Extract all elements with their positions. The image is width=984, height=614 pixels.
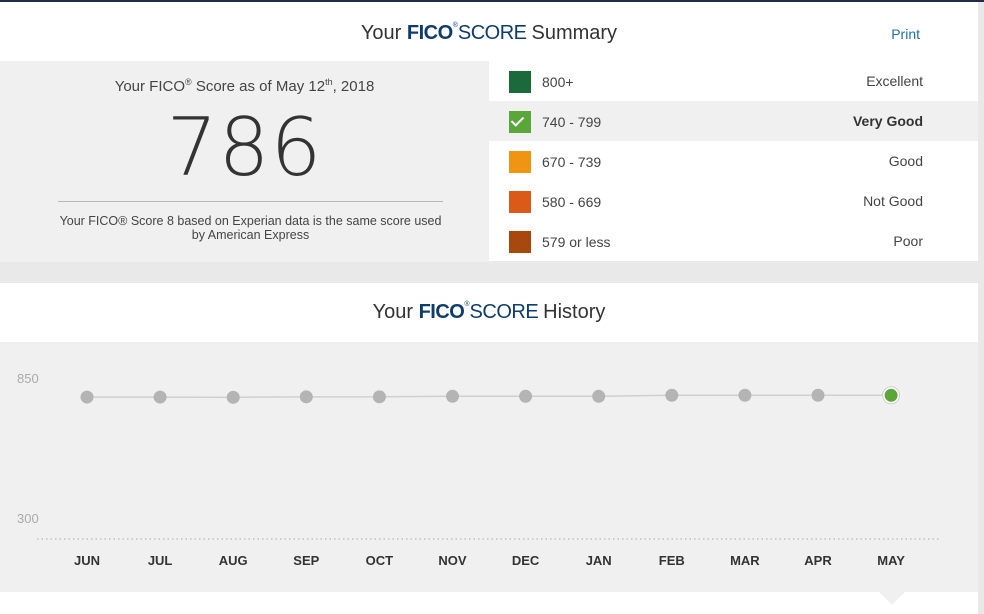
score-range-list: 800+ Excellent 740 - 799 Very Good 670 - 739… <box>489 61 978 262</box>
range-value: 800+ <box>542 74 574 90</box>
month-label[interactable]: OCT <box>366 553 394 568</box>
fico-logo: FICO <box>418 301 465 323</box>
range-label: Poor <box>893 233 923 249</box>
month-label[interactable]: APR <box>804 553 832 568</box>
range-label: Not Good <box>863 193 923 209</box>
month-label[interactable]: JUL <box>148 553 173 568</box>
range-color-swatch <box>509 111 531 133</box>
score-point[interactable] <box>592 389 606 403</box>
score-point[interactable] <box>80 390 94 404</box>
divider <box>58 201 443 202</box>
score-value: 786 <box>166 101 323 194</box>
print-link[interactable]: Print <box>891 26 920 42</box>
score-history-chart: 850 300 JUN JUL AUG SEP OCT NOV DEC JAN FEB MAR APR M… <box>0 342 978 592</box>
month-label[interactable]: JUN <box>74 553 100 568</box>
score-range-row: 670 - 739 Good <box>489 141 978 181</box>
score-point[interactable] <box>226 390 240 404</box>
score-point[interactable] <box>738 388 752 402</box>
score-panel: Your FICO® Score as of May 12th, 2018 78… <box>0 61 489 262</box>
month-label[interactable]: DEC <box>512 553 540 568</box>
range-value: 740 - 799 <box>542 114 602 130</box>
current-score-point[interactable] <box>884 388 898 402</box>
range-value: 580 - 669 <box>542 194 602 210</box>
score-point[interactable] <box>299 390 313 404</box>
range-color-swatch <box>509 71 531 93</box>
history-header: Your FICO®SCORE History <box>0 283 978 342</box>
y-tick-label: 300 <box>17 511 39 526</box>
month-label[interactable]: FEB <box>659 553 685 568</box>
score-range-row: 740 - 799 Very Good <box>489 101 978 141</box>
history-title: Your FICO®SCORE History <box>372 301 606 323</box>
month-label[interactable]: JAN <box>586 553 612 568</box>
range-value: 670 - 739 <box>542 154 602 170</box>
summary-header: Your FICO®SCORE Summary Print <box>0 2 978 61</box>
range-color-swatch <box>509 191 531 213</box>
selected-month-pointer <box>879 592 905 605</box>
range-label: Good <box>888 153 923 169</box>
range-color-swatch <box>509 231 531 253</box>
range-color-swatch <box>509 151 531 173</box>
month-label[interactable]: AUG <box>219 553 248 568</box>
score-point[interactable] <box>372 390 386 404</box>
range-label: Very Good <box>852 113 923 129</box>
score-range-row: 579 or less Poor <box>489 221 978 261</box>
score-line <box>87 394 892 399</box>
y-tick-label: 850 <box>17 371 39 386</box>
score-range-row: 580 - 669 Not Good <box>489 181 978 221</box>
score-point[interactable] <box>153 390 167 404</box>
score-point[interactable] <box>665 388 679 402</box>
checkmark-icon <box>510 113 525 127</box>
month-label[interactable]: MAY <box>877 553 905 568</box>
score-date: Your FICO® Score as of May 12th, 2018 <box>114 77 375 95</box>
score-point[interactable] <box>811 388 825 402</box>
month-label[interactable]: SEP <box>293 553 319 568</box>
score-point[interactable] <box>446 389 459 403</box>
score-range-row: 800+ Excellent <box>489 61 978 101</box>
score-point[interactable] <box>519 389 533 403</box>
range-value: 579 or less <box>542 234 611 250</box>
month-label[interactable]: NOV <box>438 553 467 568</box>
month-label[interactable]: MAR <box>730 553 760 568</box>
score-note: Your FICO® Score 8 based on Experian dat… <box>59 214 442 242</box>
history-chart-svg: 850 300 JUN JUL AUG SEP OCT NOV DEC JAN FEB MAR APR M… <box>17 371 941 568</box>
range-label: Excellent <box>866 73 923 89</box>
summary-title: Your FICO®SCORE Summary <box>360 22 618 44</box>
fico-logo: FICO <box>406 22 453 44</box>
bottom-strip <box>0 592 978 614</box>
